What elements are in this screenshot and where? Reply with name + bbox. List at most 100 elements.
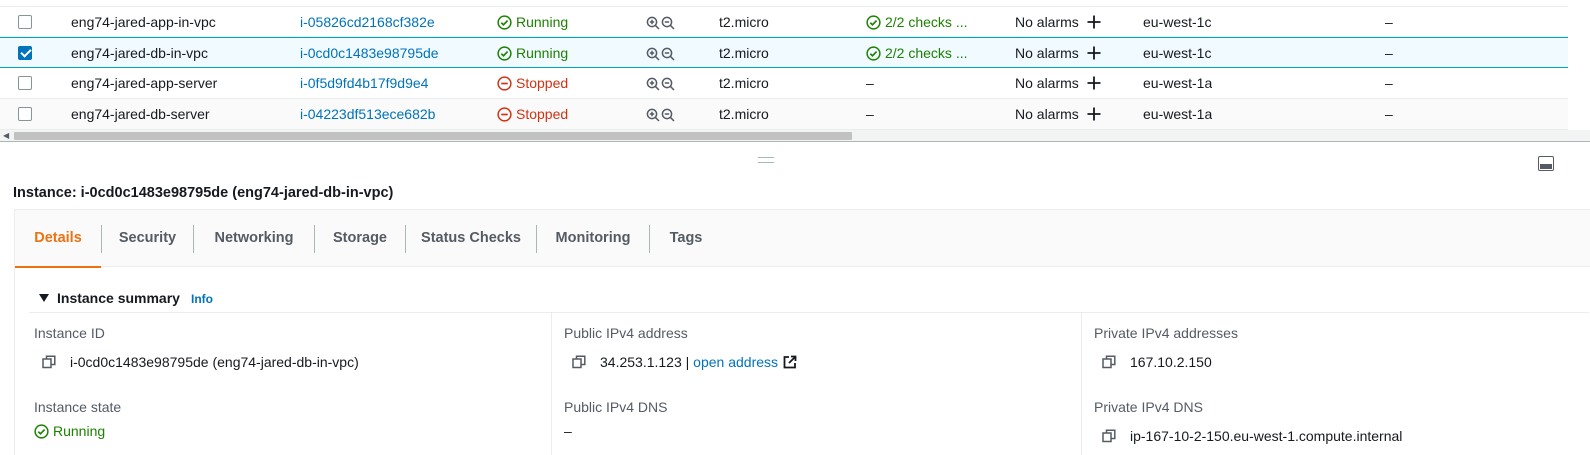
instance-state-cell: Running (497, 7, 568, 38)
row-checkbox-cell (18, 99, 32, 130)
availability-zone: eu-west-1a (1143, 75, 1213, 91)
public-ipv4-text: 34.253.1.123 | (600, 354, 690, 370)
tab-details[interactable]: Details (15, 210, 101, 268)
add-alarm-icon[interactable] (1087, 15, 1101, 29)
zoom-controls (646, 38, 676, 69)
copy-icon[interactable] (1102, 355, 1116, 369)
panel-toggle-icon[interactable] (1538, 156, 1554, 171)
zoom-in-icon[interactable] (646, 16, 660, 30)
row-checkbox[interactable] (18, 76, 32, 91)
alarm-status-cell: No alarms (1015, 68, 1101, 99)
zoom-in-icon[interactable] (646, 47, 660, 61)
split-drag-handle[interactable] (758, 157, 774, 163)
instance-state-cell: Stopped (497, 68, 568, 99)
row-checkbox[interactable] (18, 46, 32, 61)
zoom-in-icon[interactable] (646, 108, 660, 122)
private-ipv4-label: Private IPv4 addresses (1094, 325, 1238, 341)
row-checkbox-cell (18, 7, 32, 38)
status-stopped-icon (497, 76, 512, 91)
private-dns-value: ip-167-10-2-150.eu-west-1.compute.intern… (1102, 428, 1402, 444)
instance-name: eng74-jared-db-server (71, 106, 210, 122)
alarm-status-cell: No alarms (1015, 38, 1101, 69)
open-address-link[interactable]: open address (693, 354, 778, 370)
instance-type: t2.micro (719, 75, 769, 91)
instance-state-text: Running (53, 423, 106, 439)
table-row[interactable]: eng74-jared-app-server i-0f5d9fd4b17f9d9e… (0, 68, 1568, 99)
public-dns-cell: – (1385, 14, 1393, 30)
summary-divider (29, 312, 1589, 313)
scrollbar-thumb[interactable] (14, 132, 852, 140)
column-divider (1081, 313, 1082, 455)
table-row[interactable]: eng74-jared-app-in-vpc i-05826cd2168cf382… (0, 6, 1568, 37)
row-checkbox-cell (18, 68, 32, 99)
instance-summary-section: Instance summary Info Instance ID i-0cd0… (14, 267, 1590, 455)
instance-id-link[interactable]: i-05826cd2168cf382e (300, 7, 435, 38)
info-link[interactable]: Info (191, 292, 213, 306)
detail-tabs: Details Security Networking Storage Stat… (14, 209, 1590, 268)
alarm-status: No alarms (1015, 45, 1079, 61)
tab-security[interactable]: Security (102, 210, 193, 267)
status-checks-cell: 2/2 checks ... (866, 38, 996, 69)
private-dns-text: ip-167-10-2-150.eu-west-1.compute.intern… (1130, 428, 1403, 444)
zoom-out-icon[interactable] (661, 108, 675, 122)
add-alarm-icon[interactable] (1087, 107, 1101, 121)
instance-name: eng74-jared-app-in-vpc (71, 14, 216, 30)
instance-id-text: i-0cd0c1483e98795de (eng74-jared-db-in-v… (70, 354, 359, 370)
zoom-out-icon[interactable] (661, 77, 675, 91)
status-ok-icon (497, 15, 512, 30)
tab-storage[interactable]: Storage (315, 210, 405, 267)
status-checks-text: – (866, 75, 874, 91)
instance-type: t2.micro (719, 14, 769, 30)
zoom-out-icon[interactable] (661, 16, 675, 30)
instance-detail-title: Instance: i-0cd0c1483e98795de (eng74-jar… (13, 185, 394, 201)
zoom-controls (646, 7, 676, 38)
copy-icon[interactable] (42, 355, 56, 369)
table-row[interactable]: eng74-jared-db-in-vpc i-0cd0c1483e98795de… (0, 37, 1568, 68)
tab-tags[interactable]: Tags (650, 210, 722, 267)
add-alarm-icon[interactable] (1087, 46, 1101, 60)
status-checks-cell: 2/2 checks ... (866, 7, 996, 38)
instance-id-label: Instance ID (34, 325, 105, 341)
instance-summary-toggle[interactable]: Instance summary (39, 290, 180, 306)
instance-id-link[interactable]: i-0f5d9fd4b17f9d9e4 (300, 68, 428, 99)
tab-networking[interactable]: Networking (194, 210, 314, 267)
instance-summary-heading: Instance summary (57, 290, 180, 306)
availability-zone: eu-west-1c (1143, 45, 1212, 61)
checks-ok-icon (866, 15, 881, 30)
instance-id-link[interactable]: i-04223df513ece682b (300, 99, 435, 130)
row-checkbox-cell (18, 38, 32, 69)
copy-icon[interactable] (572, 355, 586, 369)
copy-icon[interactable] (1102, 429, 1116, 443)
instance-id-value: i-0cd0c1483e98795de (eng74-jared-db-in-v… (42, 354, 359, 370)
instance-state-value: Running (34, 423, 105, 439)
tab-status-checks[interactable]: Status Checks (406, 210, 536, 267)
zoom-in-icon[interactable] (646, 77, 660, 91)
scroll-left-icon[interactable]: ◀ (3, 132, 9, 140)
status-checks-cell: – (866, 68, 996, 99)
instance-state-cell: Stopped (497, 99, 568, 130)
table-row[interactable]: eng74-jared-db-server i-04223df513ece682b… (0, 99, 1568, 130)
add-alarm-icon[interactable] (1087, 76, 1101, 90)
tab-monitoring[interactable]: Monitoring (537, 210, 649, 267)
status-ok-icon (34, 423, 49, 439)
instance-name: eng74-jared-app-server (71, 75, 218, 91)
row-checkbox[interactable] (18, 15, 32, 30)
status-ok-icon (497, 46, 512, 61)
instance-type: t2.micro (719, 106, 769, 122)
public-ipv4-value: 34.253.1.123 | open address (572, 354, 797, 370)
zoom-out-icon[interactable] (661, 47, 675, 61)
private-dns-label: Private IPv4 DNS (1094, 399, 1203, 415)
row-checkbox[interactable] (18, 107, 32, 122)
status-checks-text: 2/2 checks ... (885, 14, 968, 30)
instance-state: Running (516, 45, 569, 61)
horizontal-scrollbar[interactable]: ◀ (0, 130, 1590, 142)
instance-state: Stopped (516, 106, 569, 122)
external-link-icon[interactable] (783, 355, 797, 369)
status-checks-cell: – (866, 99, 996, 130)
status-checks-text: 2/2 checks ... (885, 45, 968, 61)
instance-id-link[interactable]: i-0cd0c1483e98795de (300, 38, 439, 69)
public-dns-cell: – (1385, 75, 1393, 91)
status-stopped-icon (497, 107, 512, 122)
public-dns-cell: – (1385, 106, 1393, 122)
instance-type: t2.micro (719, 45, 769, 61)
